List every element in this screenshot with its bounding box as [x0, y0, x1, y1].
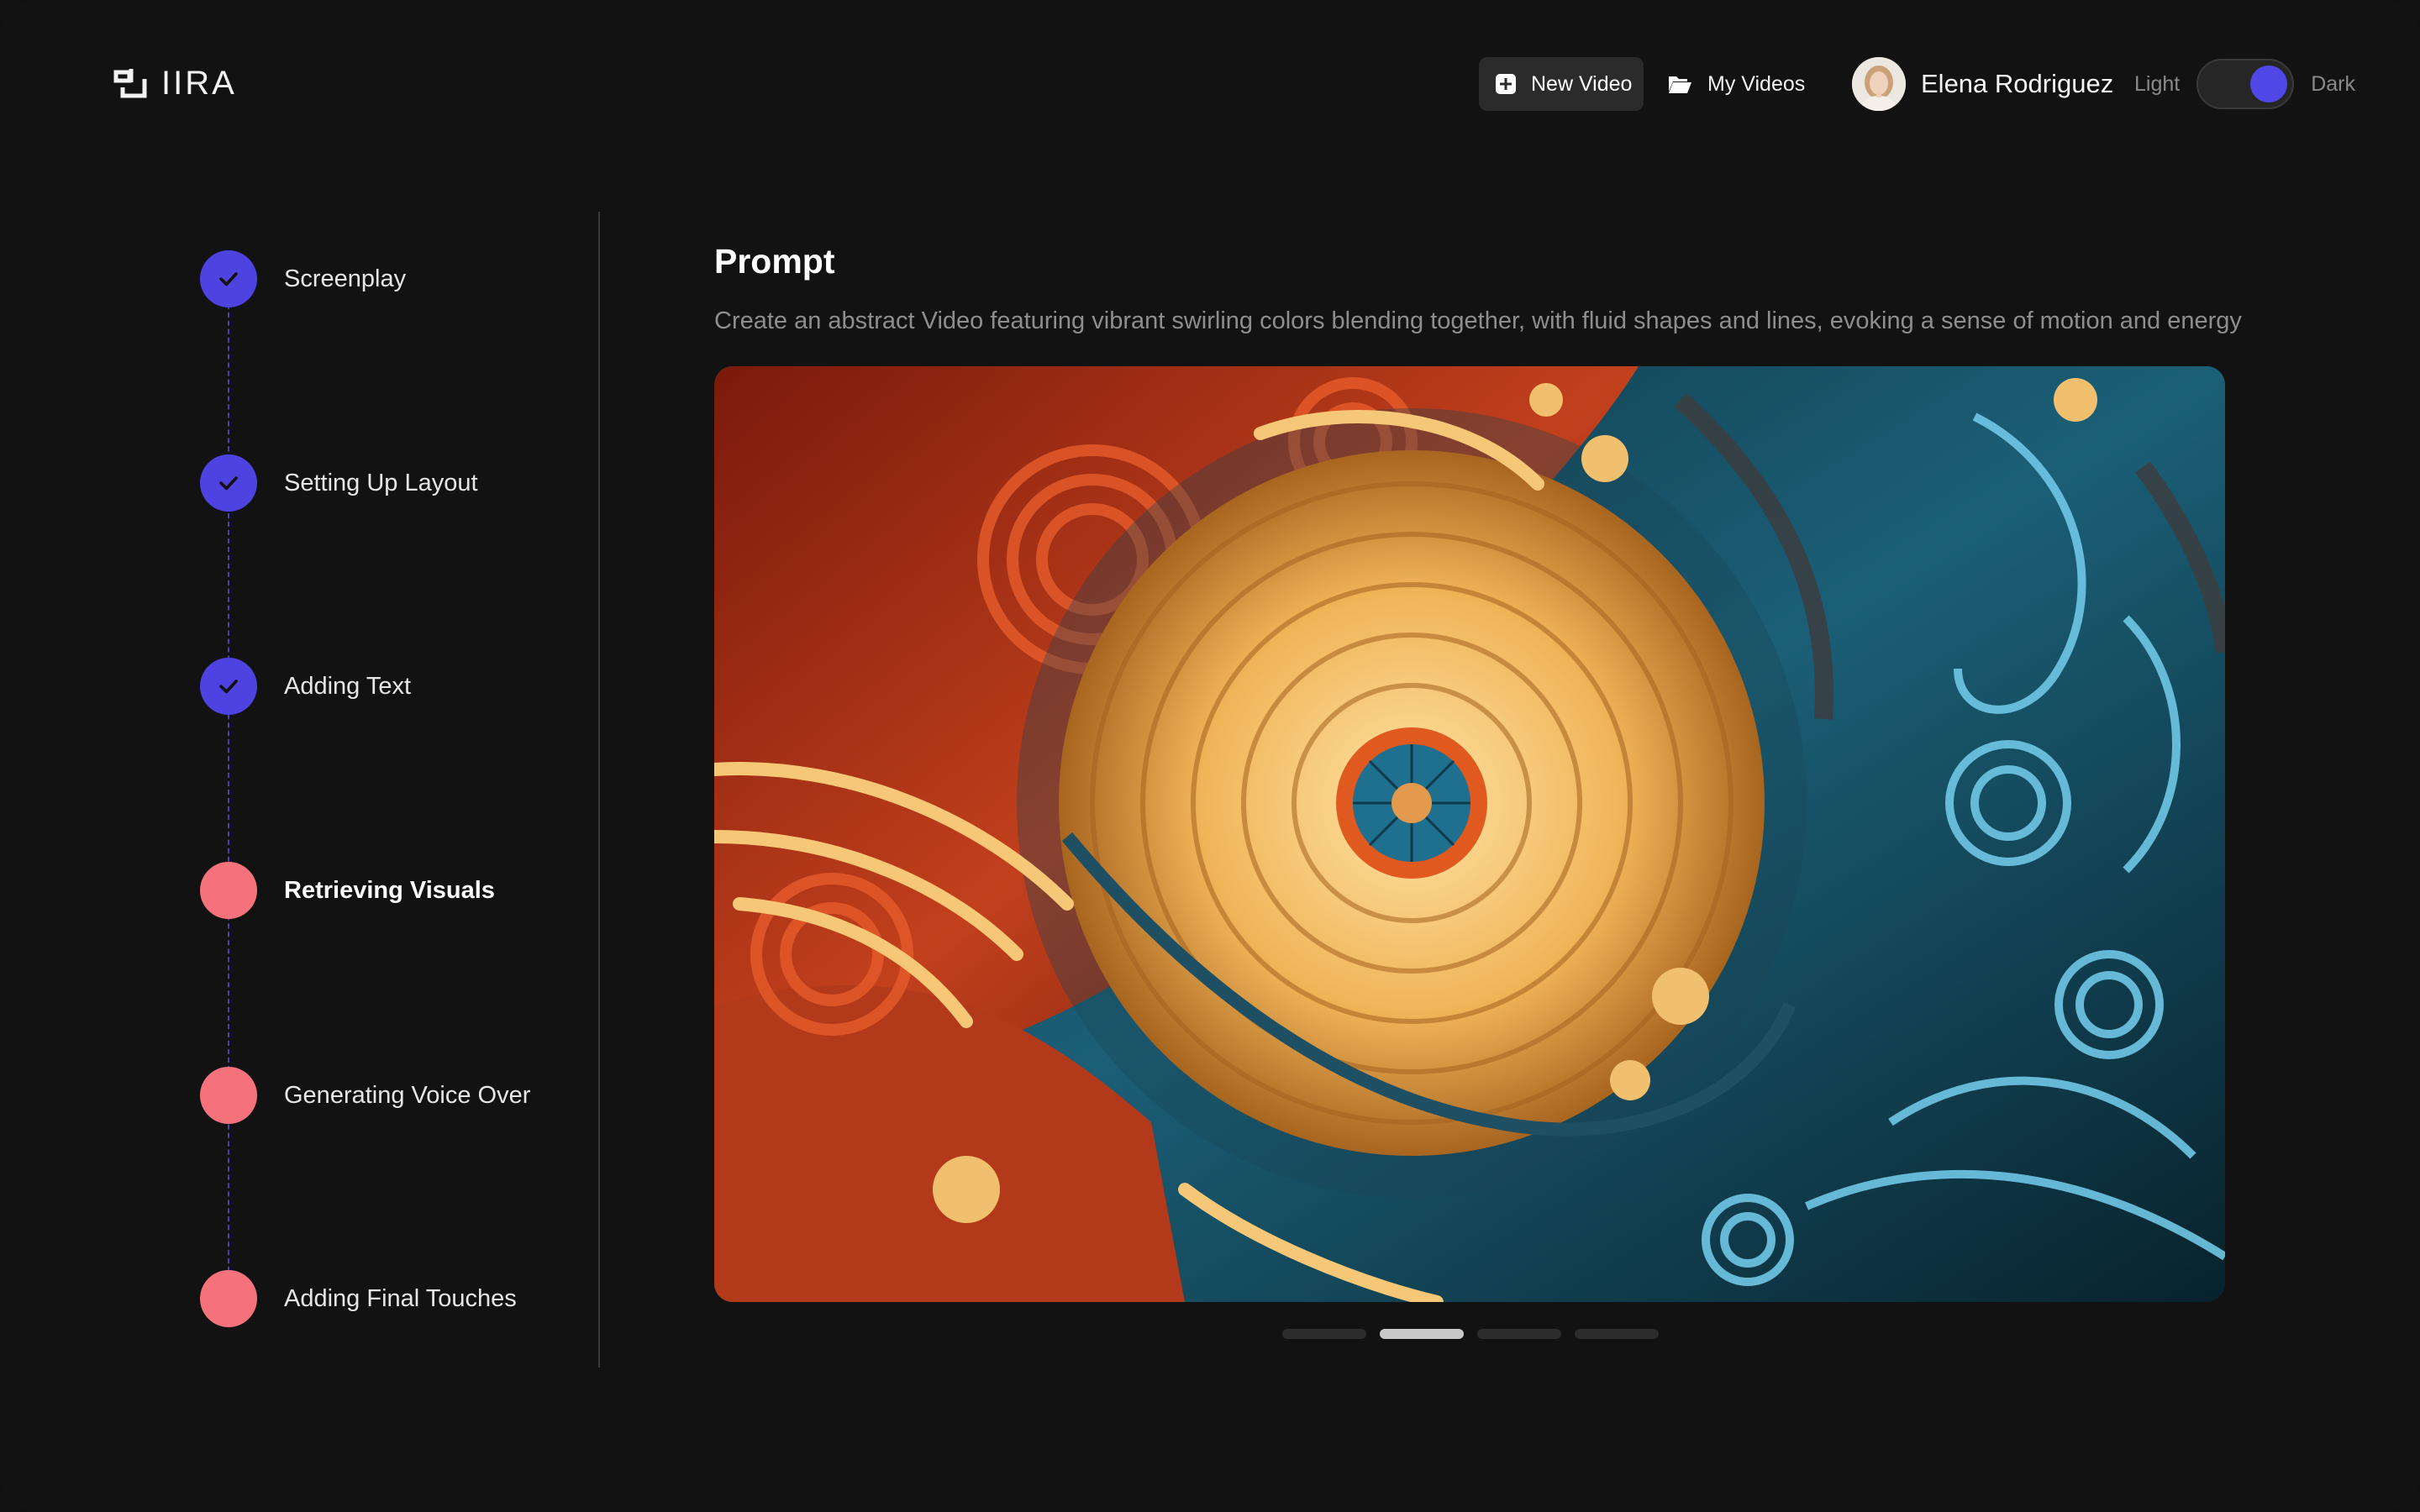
new-video-button[interactable]: New Video [1479, 57, 1644, 111]
check-icon [219, 680, 238, 694]
folder-open-icon [1669, 76, 1691, 93]
step-label: Adding Final Touches [284, 1284, 517, 1312]
app-logo[interactable]: IIRA [113, 66, 237, 101]
prompt-title: Prompt [714, 242, 835, 281]
step-label: Retrieving Visuals [284, 876, 495, 904]
step-adding-final-touches: Adding Final Touches [200, 1270, 517, 1327]
step-status-dot [200, 862, 257, 919]
carousel-dot[interactable] [1575, 1329, 1659, 1339]
carousel-indicator [1282, 1329, 1672, 1339]
new-video-label: New Video [1531, 71, 1633, 96]
steps-connector-line [228, 279, 229, 1297]
video-preview-image[interactable] [714, 366, 2225, 1302]
theme-light-label[interactable]: Light [2134, 72, 2180, 97]
abstract-swirl-artwork [714, 366, 2225, 1302]
logo-icon [113, 69, 147, 98]
step-status-dot [200, 1270, 257, 1327]
progress-steps: Screenplay Setting Up Layout Adding Text… [200, 250, 587, 1342]
sidebar-divider [598, 212, 600, 1368]
step-status-dot [200, 658, 257, 715]
theme-switcher: Light Dark [2134, 57, 2355, 111]
check-icon [219, 272, 238, 286]
my-videos-button[interactable]: My Videos [1667, 57, 1805, 111]
toggle-knob [2250, 66, 2288, 102]
user-profile[interactable]: Elena Rodriguez [1852, 57, 2113, 111]
user-name: Elena Rodriguez [1921, 69, 2114, 98]
step-retrieving-visuals: Retrieving Visuals [200, 862, 495, 919]
app-window: IIRA New Video My Videos Elena Rodriguez… [0, 0, 2420, 1512]
step-adding-text: Adding Text [200, 658, 411, 715]
avatar [1852, 57, 1906, 111]
plus-square-icon [1496, 74, 1516, 94]
theme-dark-label[interactable]: Dark [2311, 72, 2355, 97]
step-status-dot [200, 1067, 257, 1124]
step-label: Setting Up Layout [284, 469, 478, 496]
step-screenplay: Screenplay [200, 250, 406, 307]
prompt-text: Create an abstract Video featuring vibra… [714, 307, 2242, 334]
carousel-dot[interactable] [1282, 1329, 1366, 1339]
step-label: Generating Voice Over [284, 1081, 531, 1109]
step-label: Screenplay [284, 265, 407, 292]
step-status-dot [200, 454, 257, 512]
logo-text: IIRA [161, 65, 237, 102]
step-status-dot [200, 250, 257, 307]
carousel-dot[interactable] [1477, 1329, 1561, 1339]
my-videos-label: My Videos [1707, 71, 1806, 96]
step-setting-up-layout: Setting Up Layout [200, 454, 478, 512]
step-generating-voice-over: Generating Voice Over [200, 1067, 530, 1124]
carousel-dot-active[interactable] [1380, 1329, 1464, 1339]
check-icon [219, 476, 238, 491]
step-label: Adding Text [284, 672, 412, 700]
theme-toggle[interactable] [2196, 59, 2295, 109]
